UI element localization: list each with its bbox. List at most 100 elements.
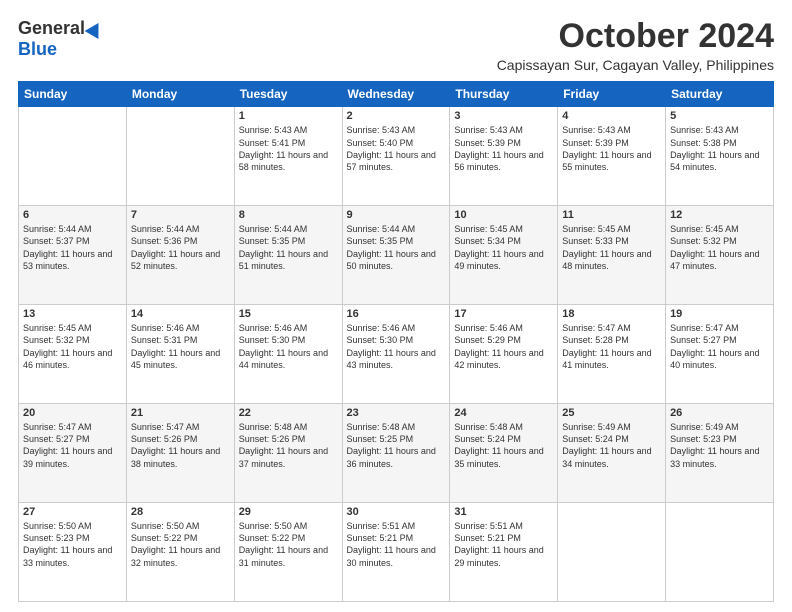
calendar-week-3: 13 Sunrise: 5:45 AM Sunset: 5:32 PM Dayli…	[19, 305, 774, 404]
day-number: 1	[239, 110, 338, 122]
cell-info: Sunrise: 5:49 AM Sunset: 5:24 PM Dayligh…	[562, 421, 661, 470]
title-block: October 2024 Capissayan Sur, Cagayan Val…	[497, 18, 774, 73]
calendar-table: SundayMondayTuesdayWednesdayThursdayFrid…	[18, 81, 774, 602]
day-number: 24	[454, 407, 553, 419]
cell-info: Sunrise: 5:45 AM Sunset: 5:34 PM Dayligh…	[454, 223, 553, 272]
logo-text: General	[18, 18, 103, 39]
cell-info: Sunrise: 5:44 AM Sunset: 5:37 PM Dayligh…	[23, 223, 122, 272]
day-number: 7	[131, 209, 230, 221]
cell-info: Sunrise: 5:45 AM Sunset: 5:32 PM Dayligh…	[670, 223, 769, 272]
cell-info: Sunrise: 5:45 AM Sunset: 5:33 PM Dayligh…	[562, 223, 661, 272]
calendar-cell: 1 Sunrise: 5:43 AM Sunset: 5:41 PM Daylig…	[234, 107, 342, 206]
weekday-header-thursday: Thursday	[450, 82, 558, 107]
calendar-cell: 10 Sunrise: 5:45 AM Sunset: 5:34 PM Dayli…	[450, 206, 558, 305]
calendar-cell: 6 Sunrise: 5:44 AM Sunset: 5:37 PM Daylig…	[19, 206, 127, 305]
day-number: 22	[239, 407, 338, 419]
weekday-header-friday: Friday	[558, 82, 666, 107]
calendar-cell: 19Sunrise: 5:47 AM Sunset: 5:27 PM Dayli…	[666, 305, 774, 404]
cell-info: Sunrise: 5:51 AM Sunset: 5:21 PM Dayligh…	[347, 520, 446, 569]
cell-info: Sunrise: 5:51 AM Sunset: 5:21 PM Dayligh…	[454, 520, 553, 569]
calendar-week-4: 20 Sunrise: 5:47 AM Sunset: 5:27 PM Dayli…	[19, 404, 774, 503]
day-number: 31	[454, 506, 553, 518]
day-number: 26	[670, 407, 769, 419]
day-number: 30	[347, 506, 446, 518]
cell-info: Sunrise: 5:43 AM Sunset: 5:41 PM Dayligh…	[239, 124, 338, 173]
calendar-cell: 14Sunrise: 5:46 AM Sunset: 5:31 PM Dayli…	[126, 305, 234, 404]
logo: General Blue	[18, 18, 103, 60]
cell-info: Sunrise: 5:47 AM Sunset: 5:27 PM Dayligh…	[670, 322, 769, 371]
day-number: 13	[23, 308, 122, 320]
calendar-cell	[126, 107, 234, 206]
calendar-page: General Blue October 2024 Capissayan Sur…	[0, 0, 792, 612]
weekday-header-monday: Monday	[126, 82, 234, 107]
calendar-week-1: 1 Sunrise: 5:43 AM Sunset: 5:41 PM Daylig…	[19, 107, 774, 206]
calendar-cell: 15 Sunrise: 5:46 AM Sunset: 5:30 PM Dayli…	[234, 305, 342, 404]
cell-info: Sunrise: 5:50 AM Sunset: 5:22 PM Dayligh…	[239, 520, 338, 569]
cell-info: Sunrise: 5:44 AM Sunset: 5:36 PM Dayligh…	[131, 223, 230, 272]
day-number: 9	[347, 209, 446, 221]
cell-info: Sunrise: 5:47 AM Sunset: 5:26 PM Dayligh…	[131, 421, 230, 470]
day-number: 8	[239, 209, 338, 221]
day-number: 29	[239, 506, 338, 518]
day-number: 25	[562, 407, 661, 419]
day-number: 15	[239, 308, 338, 320]
calendar-week-2: 6 Sunrise: 5:44 AM Sunset: 5:37 PM Daylig…	[19, 206, 774, 305]
calendar-cell: 20 Sunrise: 5:47 AM Sunset: 5:27 PM Dayli…	[19, 404, 127, 503]
calendar-cell	[558, 503, 666, 602]
calendar-cell: 24 Sunrise: 5:48 AM Sunset: 5:24 PM Dayli…	[450, 404, 558, 503]
cell-info: Sunrise: 5:43 AM Sunset: 5:39 PM Dayligh…	[562, 124, 661, 173]
weekday-header-sunday: Sunday	[19, 82, 127, 107]
weekday-header-tuesday: Tuesday	[234, 82, 342, 107]
cell-info: Sunrise: 5:47 AM Sunset: 5:28 PM Dayligh…	[562, 322, 661, 371]
calendar-cell: 7 Sunrise: 5:44 AM Sunset: 5:36 PM Daylig…	[126, 206, 234, 305]
logo-blue: Blue	[18, 39, 57, 60]
day-number: 5	[670, 110, 769, 122]
calendar-cell: 22 Sunrise: 5:48 AM Sunset: 5:26 PM Dayli…	[234, 404, 342, 503]
calendar-cell: 28Sunrise: 5:50 AM Sunset: 5:22 PM Dayli…	[126, 503, 234, 602]
calendar-cell: 29 Sunrise: 5:50 AM Sunset: 5:22 PM Dayli…	[234, 503, 342, 602]
calendar-cell: 5Sunrise: 5:43 AM Sunset: 5:38 PM Daylig…	[666, 107, 774, 206]
calendar-cell: 25 Sunrise: 5:49 AM Sunset: 5:24 PM Dayli…	[558, 404, 666, 503]
day-number: 20	[23, 407, 122, 419]
calendar-cell	[19, 107, 127, 206]
cell-info: Sunrise: 5:48 AM Sunset: 5:24 PM Dayligh…	[454, 421, 553, 470]
cell-info: Sunrise: 5:48 AM Sunset: 5:25 PM Dayligh…	[347, 421, 446, 470]
calendar-cell: 16Sunrise: 5:46 AM Sunset: 5:30 PM Dayli…	[342, 305, 450, 404]
cell-info: Sunrise: 5:48 AM Sunset: 5:26 PM Dayligh…	[239, 421, 338, 470]
calendar-cell: 9Sunrise: 5:44 AM Sunset: 5:35 PM Daylig…	[342, 206, 450, 305]
calendar-cell: 17 Sunrise: 5:46 AM Sunset: 5:29 PM Dayli…	[450, 305, 558, 404]
cell-info: Sunrise: 5:46 AM Sunset: 5:29 PM Dayligh…	[454, 322, 553, 371]
calendar-cell	[666, 503, 774, 602]
location-title: Capissayan Sur, Cagayan Valley, Philippi…	[497, 57, 774, 73]
day-number: 27	[23, 506, 122, 518]
logo-triangle-icon	[85, 18, 106, 38]
cell-info: Sunrise: 5:46 AM Sunset: 5:31 PM Dayligh…	[131, 322, 230, 371]
cell-info: Sunrise: 5:46 AM Sunset: 5:30 PM Dayligh…	[239, 322, 338, 371]
cell-info: Sunrise: 5:43 AM Sunset: 5:39 PM Dayligh…	[454, 124, 553, 173]
day-number: 2	[347, 110, 446, 122]
calendar-cell: 26Sunrise: 5:49 AM Sunset: 5:23 PM Dayli…	[666, 404, 774, 503]
calendar-cell: 8Sunrise: 5:44 AM Sunset: 5:35 PM Daylig…	[234, 206, 342, 305]
day-number: 6	[23, 209, 122, 221]
month-title: October 2024	[497, 18, 774, 55]
calendar-cell: 21Sunrise: 5:47 AM Sunset: 5:26 PM Dayli…	[126, 404, 234, 503]
cell-info: Sunrise: 5:45 AM Sunset: 5:32 PM Dayligh…	[23, 322, 122, 371]
weekday-header-wednesday: Wednesday	[342, 82, 450, 107]
logo-general: General	[18, 18, 85, 39]
cell-info: Sunrise: 5:50 AM Sunset: 5:23 PM Dayligh…	[23, 520, 122, 569]
cell-info: Sunrise: 5:50 AM Sunset: 5:22 PM Dayligh…	[131, 520, 230, 569]
day-number: 4	[562, 110, 661, 122]
day-number: 12	[670, 209, 769, 221]
day-number: 17	[454, 308, 553, 320]
calendar-cell: 12 Sunrise: 5:45 AM Sunset: 5:32 PM Dayli…	[666, 206, 774, 305]
page-header: General Blue October 2024 Capissayan Sur…	[18, 18, 774, 73]
cell-info: Sunrise: 5:47 AM Sunset: 5:27 PM Dayligh…	[23, 421, 122, 470]
day-number: 3	[454, 110, 553, 122]
calendar-week-5: 27 Sunrise: 5:50 AM Sunset: 5:23 PM Dayli…	[19, 503, 774, 602]
day-number: 10	[454, 209, 553, 221]
calendar-cell: 31 Sunrise: 5:51 AM Sunset: 5:21 PM Dayli…	[450, 503, 558, 602]
calendar-cell: 23Sunrise: 5:48 AM Sunset: 5:25 PM Dayli…	[342, 404, 450, 503]
day-number: 11	[562, 209, 661, 221]
day-number: 16	[347, 308, 446, 320]
calendar-cell: 4 Sunrise: 5:43 AM Sunset: 5:39 PM Daylig…	[558, 107, 666, 206]
